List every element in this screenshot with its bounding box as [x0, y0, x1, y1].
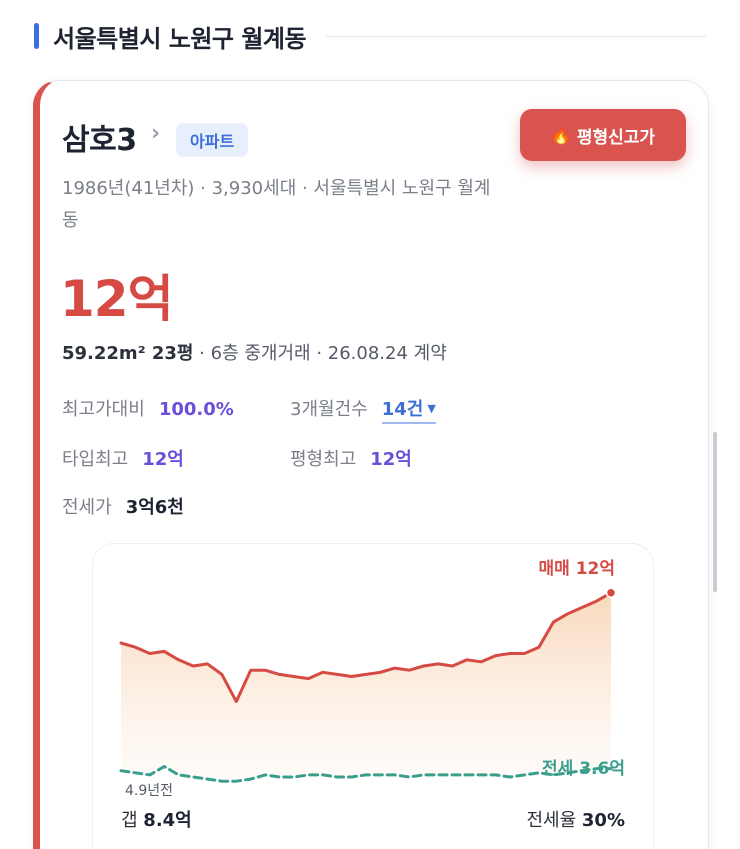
apartment-card[interactable]: 삼호3 › 아파트 🔥 평형신고가 1986년(41년차) · 3,930세대 … — [33, 80, 709, 849]
apartment-description: 1986년(41년차) · 3,930세대 · 서울특별시 노원구 월계동 — [62, 178, 491, 231]
fire-icon: 🔥 — [550, 125, 571, 145]
record-high-badge: 🔥 평형신고가 — [520, 109, 686, 161]
chevron-right-icon[interactable]: › — [151, 121, 160, 146]
price-chart-svg — [119, 587, 617, 783]
deal-price: 12억 — [60, 270, 174, 328]
count-value[interactable]: 14건 — [382, 399, 424, 420]
stat-type-max: 타입최고 12억 — [62, 445, 184, 471]
deal-info: 59.22m² 23평 · 6층 중개거래 · 26.08.24 계약 — [62, 339, 447, 365]
apartment-name[interactable]: 삼호3 — [62, 115, 137, 159]
deal-area: 59.22m² 23평 — [62, 343, 194, 364]
jeonse-ratio-info: 전세율 30% — [526, 806, 625, 832]
price-chart[interactable]: 매매 12억 전세 3.6억 4.9년전 갭 8.4억 전세율 30% — [92, 543, 654, 849]
stat-size-max: 평형최고 12억 — [290, 445, 412, 471]
stat-value: 100.0% — [158, 399, 234, 420]
scrollbar[interactable] — [713, 432, 717, 592]
rent-price-label: 전세 3.6억 — [542, 759, 625, 779]
stat-value: 12억 — [142, 449, 184, 470]
stat-max-ratio: 최고가대비 100.0% — [62, 395, 234, 421]
stat-label: 타입최고 — [62, 449, 129, 470]
header-divider — [326, 35, 706, 37]
sale-latest-point — [605, 587, 617, 598]
deal-detail: · 6층 중개거래 · 26.08.24 계약 — [193, 343, 447, 364]
sale-area-fill — [121, 592, 611, 782]
stat-label: 평형최고 — [290, 449, 357, 470]
sale-price-label: 매매 12억 — [538, 559, 616, 579]
region-title: 서울특별시 노원구 월계동 — [53, 24, 307, 53]
gap-label: 갭 — [121, 810, 138, 831]
stat-jeonse: 전세가 3억6천 — [62, 493, 184, 519]
jeonse-ratio-value: 30% — [581, 810, 625, 831]
record-high-label: 평형신고가 — [576, 127, 656, 148]
section-accent-bar — [34, 23, 39, 49]
gap-value: 8.4억 — [143, 810, 192, 831]
gap-info: 갭 8.4억 — [121, 806, 192, 832]
stat-value: 3억6천 — [125, 497, 184, 518]
type-badge: 아파트 — [176, 123, 249, 157]
stat-value: 12억 — [370, 449, 412, 470]
stat-label: 전세가 — [62, 497, 112, 518]
stat-three-month-count[interactable]: 3개월건수 14건 ▼ — [290, 395, 436, 424]
stat-label: 최고가대비 — [62, 399, 145, 420]
jeonse-ratio-label: 전세율 — [526, 810, 577, 831]
region-header: 서울특별시 노원구 월계동 — [34, 16, 706, 56]
caret-down-icon[interactable]: ▼ — [427, 402, 435, 415]
period-label: 4.9년전 — [125, 783, 174, 799]
count-dropdown[interactable]: 14건 ▼ — [381, 399, 436, 424]
stat-label: 3개월건수 — [290, 399, 368, 420]
